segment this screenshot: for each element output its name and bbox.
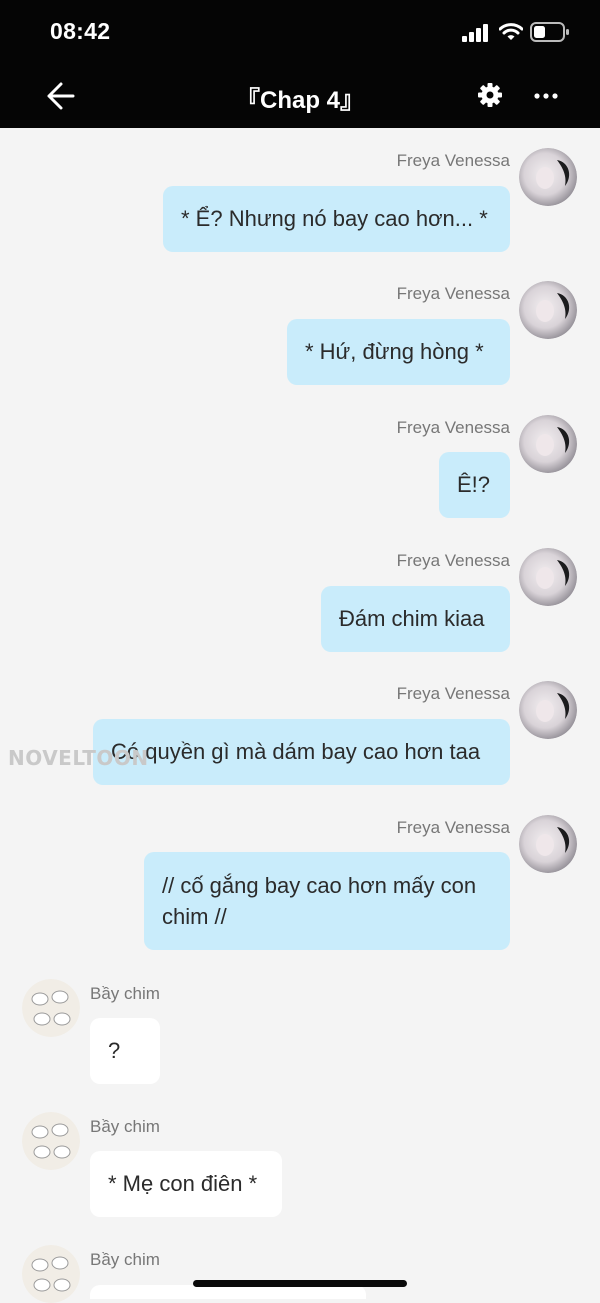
sender-name: Freya Venessa [396, 551, 510, 570]
cellular-signal-icon [462, 24, 488, 42]
sender-name: Freya Venessa [396, 818, 510, 837]
top-bar: 08:42 『Chap 4』 [0, 0, 600, 128]
freya-avatar[interactable] [519, 281, 577, 339]
sender-name: Freya Venessa [396, 151, 510, 170]
message-bubble: * Mẹ con điên * [90, 1151, 282, 1217]
freya-avatar[interactable] [519, 815, 577, 873]
gear-icon[interactable] [476, 81, 504, 109]
watermark: NOVELTOON [8, 746, 149, 770]
more-options-icon[interactable] [532, 82, 560, 110]
message-bubble: Có quyền gì mà dám bay cao hơn taa [93, 719, 510, 785]
message-bubble: // cố gắng bay cao hơn mấy con chim // [144, 852, 510, 950]
freya-avatar[interactable] [519, 415, 577, 473]
sender-name: Freya Venessa [396, 284, 510, 303]
message-bubble: Đám chim kiaa [321, 586, 510, 652]
sender-name: Bầy chim [90, 984, 160, 1003]
sender-name: Bầy chim [90, 1117, 160, 1136]
message-bubble [90, 1285, 366, 1299]
status-time: 08:42 [50, 18, 111, 44]
battery-icon [530, 22, 569, 42]
sender-name: Freya Venessa [396, 418, 510, 437]
home-indicator[interactable] [193, 1280, 407, 1287]
wifi-icon [499, 23, 523, 40]
freya-avatar[interactable] [519, 148, 577, 206]
page-title: 『Chap 4』 [235, 87, 364, 114]
bird-avatar[interactable] [22, 979, 80, 1037]
message-bubble: Ê!? [439, 452, 510, 518]
message-bubble: ? [90, 1018, 160, 1084]
sender-name: Freya Venessa [396, 684, 510, 703]
bird-avatar[interactable] [22, 1112, 80, 1170]
message-bubble: * Hứ, đừng hòng * [287, 319, 510, 385]
freya-avatar[interactable] [519, 681, 577, 739]
bird-avatar[interactable] [22, 1245, 80, 1303]
message-bubble: * Ể? Nhưng nó bay cao hơn... * [163, 186, 510, 252]
sender-name: Bầy chim [90, 1250, 160, 1269]
freya-avatar[interactable] [519, 548, 577, 606]
